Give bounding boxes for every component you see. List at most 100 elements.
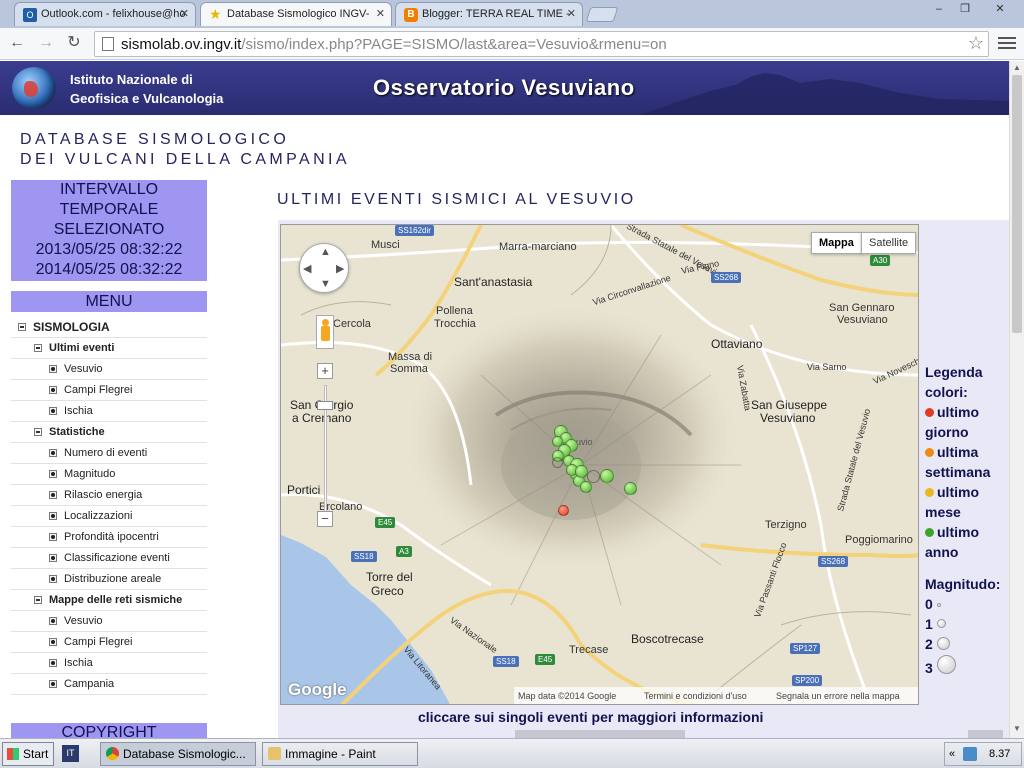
tab-blogger[interactable]: B Blogger: TERRA REAL TIME - ✕ xyxy=(395,2,583,26)
menu-link[interactable]: Vesuvio xyxy=(11,359,207,380)
zoom-slider-handle[interactable] xyxy=(317,401,333,410)
bullet-icon xyxy=(49,533,57,541)
legend-mag-3: 3 xyxy=(925,660,933,676)
pan-up-icon[interactable]: ▲ xyxy=(320,246,331,258)
seismic-event-marker[interactable] xyxy=(574,464,588,478)
shield-a30: A30 xyxy=(870,255,891,266)
menu-link[interactable]: Numero di eventi xyxy=(11,443,207,464)
bullet-icon xyxy=(49,638,57,646)
scroll-up-icon[interactable]: ▲ xyxy=(1012,63,1022,72)
map-type-satellite-button[interactable]: Satellite xyxy=(861,232,917,254)
tab-database-sismologico[interactable]: ★ Database Sismologico INGV- ✕ xyxy=(200,2,392,26)
shield-sp200: SP200 xyxy=(792,675,823,686)
close-tab-icon[interactable]: ✕ xyxy=(567,7,576,20)
close-tab-icon[interactable]: ✕ xyxy=(376,7,385,20)
menu-section[interactable]: Ultimi eventi xyxy=(11,338,207,359)
copyright-header[interactable]: COPYRIGHT xyxy=(11,723,207,738)
back-arrow-icon[interactable]: ← xyxy=(7,34,27,54)
interval-start-date: 2013/05/25 08:32:22 xyxy=(35,241,183,258)
events-title: ULTIMI EVENTI SISMICI AL VESUVIO xyxy=(277,191,636,208)
start-button[interactable]: Start xyxy=(2,742,54,766)
scroll-down-icon[interactable]: ▼ xyxy=(1012,724,1022,733)
bullet-icon xyxy=(49,617,57,625)
map-type-mappa-button[interactable]: Mappa xyxy=(811,232,862,254)
seismic-event-marker[interactable] xyxy=(551,456,563,468)
seismic-event-marker[interactable] xyxy=(557,504,569,516)
zoom-in-button[interactable]: + xyxy=(317,363,333,379)
legend-title-1: Legenda xyxy=(925,364,983,380)
legend-orange-dot-icon xyxy=(925,448,934,457)
language-indicator-icon[interactable]: IT xyxy=(62,745,79,762)
menu-section[interactable]: Statistiche xyxy=(11,422,207,443)
tab-outlook[interactable]: O Outlook.com - felixhouse@ho ✕ xyxy=(14,2,196,26)
menu-link[interactable]: Vesuvio xyxy=(11,611,207,632)
scrollbar-thumb[interactable] xyxy=(1012,75,1022,333)
map-footer: Map data ©2014 Google Termini e condizio… xyxy=(514,687,918,704)
menu-section[interactable]: SISMOLOGIA xyxy=(11,317,207,338)
legend-settimana-2: settimana xyxy=(925,464,991,480)
collapse-toggle-icon[interactable] xyxy=(34,428,42,436)
mag-0-ball-icon xyxy=(937,603,941,607)
street-view-pegman-icon[interactable] xyxy=(316,315,334,349)
pan-down-icon[interactable]: ▼ xyxy=(320,278,331,290)
map-horizontal-scrollbar-end[interactable] xyxy=(968,730,1003,738)
forward-arrow-icon[interactable]: → xyxy=(36,34,56,54)
page-vertical-scrollbar[interactable]: ▲ ▼ xyxy=(1009,61,1024,738)
tray-expand-icon[interactable]: « xyxy=(949,743,955,765)
mag-1-ball-icon xyxy=(937,619,946,628)
google-logo[interactable]: Google xyxy=(288,680,347,700)
map-report-error-link[interactable]: Segnala un errore nella mappa xyxy=(776,687,900,704)
map-legend: Legenda colori: ultimo giorno ultima set… xyxy=(925,362,1007,678)
bookmark-star-icon[interactable]: ☆ xyxy=(968,33,984,54)
interval-label-2: TEMPORALE xyxy=(59,201,159,218)
menu-section[interactable]: Mappe delle reti sismiche xyxy=(11,590,207,611)
new-tab-button[interactable] xyxy=(585,7,619,22)
seismic-event-marker[interactable] xyxy=(623,481,637,495)
network-icon[interactable] xyxy=(963,747,977,761)
zoom-out-button[interactable]: − xyxy=(317,511,333,527)
collapse-toggle-icon[interactable] xyxy=(34,596,42,604)
map-horizontal-scrollbar[interactable] xyxy=(515,730,685,738)
sidebar-menu: SISMOLOGIA Ultimi eventi Vesuvio Campi Fleg… xyxy=(11,317,207,695)
menu-link[interactable]: Ischia xyxy=(11,401,207,422)
outlook-icon: O xyxy=(23,8,37,22)
collapse-toggle-icon[interactable] xyxy=(34,344,42,352)
map-terms-link[interactable]: Termini e condizioni d'uso xyxy=(644,687,747,704)
menu-link[interactable]: Classificazione eventi xyxy=(11,548,207,569)
seismic-event-marker[interactable] xyxy=(580,481,592,493)
institute-line-2: Geofisica e Vulcanologia xyxy=(70,91,224,106)
menu-link[interactable]: Distribuzione areale xyxy=(11,569,207,590)
event-map[interactable]: Musci Marra-marciano Sant'anastasia Via … xyxy=(280,224,919,705)
database-title-line-1: DATABASE SISMOLOGICO xyxy=(20,131,290,148)
taskbar-item-chrome[interactable]: Database Sismologic... xyxy=(100,742,256,766)
menu-link[interactable]: Magnitudo xyxy=(11,464,207,485)
legend-magnitudo-title: Magnitudo: xyxy=(925,576,1001,592)
pan-control[interactable]: ▲ ▼ ◀ ▶ xyxy=(299,243,349,293)
close-window-button[interactable]: ✕ xyxy=(986,2,1014,17)
clock[interactable]: 8.37 xyxy=(989,743,1010,765)
place-ottaviano: Ottaviano xyxy=(711,337,763,351)
seismic-event-marker[interactable] xyxy=(600,469,614,483)
menu-link[interactable]: Ischia xyxy=(11,653,207,674)
menu-link[interactable]: Campi Flegrei xyxy=(11,632,207,653)
hamburger-menu-icon[interactable] xyxy=(998,34,1016,52)
place-san-gennaro-2: Vesuviano xyxy=(837,314,888,326)
place-san-gennaro-1: San Gennaro xyxy=(829,302,895,314)
taskbar-item-paint[interactable]: Immagine - Paint xyxy=(262,742,418,766)
pan-right-icon[interactable]: ▶ xyxy=(336,262,344,275)
minimize-button[interactable]: – xyxy=(928,2,950,17)
pan-left-icon[interactable]: ◀ xyxy=(303,262,311,275)
close-tab-icon[interactable]: ✕ xyxy=(180,7,189,20)
menu-link[interactable]: Rilascio energia xyxy=(11,485,207,506)
menu-link[interactable]: Profondità ipocentri xyxy=(11,527,207,548)
maximize-button[interactable]: ❐ xyxy=(954,2,976,17)
reload-icon[interactable]: ↻ xyxy=(64,34,84,54)
collapse-toggle-icon[interactable] xyxy=(18,323,26,331)
menu-link[interactable]: Campi Flegrei xyxy=(11,380,207,401)
address-bar[interactable]: sismolab.ov.ingv.it/sismo/index.php?PAGE… xyxy=(94,31,989,57)
place-pollena: Pollena xyxy=(436,305,473,317)
menu-link[interactable]: Campania xyxy=(11,674,207,695)
legend-settimana-1: ultima xyxy=(937,444,979,460)
menu-link[interactable]: Localizzazioni xyxy=(11,506,207,527)
institute-name: Istituto Nazionale di Geofisica e Vulcan… xyxy=(70,70,223,108)
